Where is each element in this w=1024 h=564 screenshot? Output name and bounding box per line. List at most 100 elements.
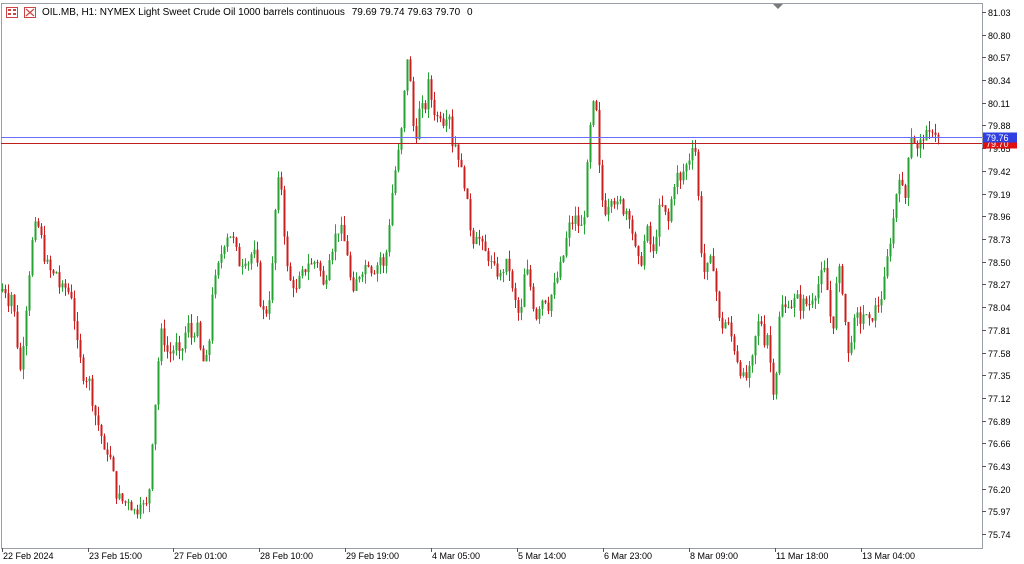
y-tick-label: 76.89 — [988, 417, 1011, 427]
candle-body — [346, 241, 349, 256]
candlestick-series — [1, 56, 940, 519]
candle-body — [778, 316, 781, 374]
candle-body — [685, 164, 688, 172]
y-tick-label: 78.04 — [988, 303, 1011, 313]
candle-body — [289, 266, 292, 281]
candle-body — [508, 258, 511, 272]
candle-body — [103, 436, 106, 450]
x-tick-label: 13 Mar 04:00 — [862, 551, 915, 561]
grid-menu-icon[interactable] — [6, 6, 18, 18]
candle-body — [337, 233, 340, 235]
candle-body — [202, 348, 205, 362]
y-tick-label: 80.57 — [988, 53, 1011, 63]
candle-body — [91, 378, 94, 406]
candle-body — [40, 226, 43, 235]
candle-body — [640, 256, 643, 266]
instrument-description: NYMEX Light Sweet Crude Oil 1000 barrels… — [99, 6, 345, 18]
candle-body — [763, 323, 766, 346]
candle-body — [352, 277, 355, 291]
candle-body — [67, 287, 70, 292]
candle-body — [793, 298, 796, 308]
candle-body — [22, 345, 25, 370]
candle-body — [13, 294, 16, 312]
candle-body — [238, 247, 241, 267]
candle-body — [4, 288, 7, 294]
candle-body — [157, 361, 160, 405]
candle-body — [208, 340, 211, 355]
candle-body — [331, 251, 334, 261]
candle-body — [334, 233, 337, 252]
candle-body — [106, 449, 109, 455]
candle-body — [802, 298, 805, 311]
candle-body — [379, 257, 382, 266]
candle-body — [934, 132, 937, 135]
candle-body — [760, 321, 763, 324]
candle-body — [691, 147, 694, 161]
candle-body — [541, 300, 544, 309]
candle-body — [241, 266, 244, 268]
candle-body — [226, 237, 229, 247]
candle-body — [886, 256, 889, 277]
candle-body — [547, 302, 550, 311]
candle-body — [580, 224, 583, 226]
candle-body — [166, 345, 169, 352]
candle-body — [160, 328, 163, 362]
x-tick-label: 6 Mar 23:00 — [604, 551, 652, 561]
candle-body — [265, 309, 268, 314]
candle-body — [502, 272, 505, 274]
candle-body — [280, 177, 283, 190]
candle-body — [1, 288, 4, 292]
x-tick-label: 29 Feb 19:00 — [346, 551, 399, 561]
x-tick-label: 5 Mar 14:00 — [518, 551, 566, 561]
chart-header: OIL.MB, H1: NYMEX Light Sweet Crude Oil … — [6, 4, 473, 20]
candle-body — [469, 198, 472, 231]
candle-body — [310, 263, 313, 265]
candle-body — [673, 186, 676, 200]
candle-body — [652, 244, 655, 252]
candle-body — [796, 294, 799, 299]
candle-body — [139, 504, 142, 515]
chart-window[interactable]: 81.03 80.80 80.57 80.34 80.11 79.88 79.65 79.42… — [0, 0, 1024, 564]
candle-body — [490, 261, 493, 263]
candle-body — [754, 336, 757, 356]
candle-body — [82, 357, 85, 381]
candle-body — [487, 251, 490, 262]
candle-body — [295, 288, 298, 290]
candle-body — [586, 162, 589, 218]
candle-body — [859, 312, 862, 324]
candle-body — [130, 501, 133, 511]
x-tick-label: 11 Mar 18:00 — [776, 551, 828, 561]
y-tick-label: 78.50 — [988, 258, 1011, 268]
candle-body — [481, 238, 484, 242]
chart-scroll-arrow-icon[interactable] — [773, 4, 783, 9]
candle-body — [232, 236, 235, 238]
candle-body — [493, 261, 496, 264]
candle-body — [574, 215, 577, 224]
candle-body — [349, 255, 352, 278]
candle-body — [31, 239, 34, 276]
candle-body — [445, 119, 448, 126]
candle-body — [433, 99, 436, 116]
candle-body — [880, 299, 883, 306]
candle-body — [799, 294, 802, 311]
candle-body — [172, 350, 175, 354]
candle-body — [496, 263, 499, 277]
candle-body — [514, 288, 517, 300]
candle-body — [715, 271, 718, 292]
candle-body — [748, 365, 751, 378]
candle-body — [430, 79, 433, 100]
candle-body — [439, 116, 442, 119]
candle-body — [259, 262, 262, 307]
candle-body — [220, 254, 223, 263]
candle-body — [127, 501, 130, 503]
chart-type-icon[interactable] — [24, 6, 36, 18]
candle-body — [607, 206, 610, 215]
candle-body — [325, 279, 328, 285]
candle-body — [931, 131, 934, 133]
candle-body — [637, 246, 640, 257]
candle-body — [775, 373, 778, 395]
candle-body — [595, 101, 598, 111]
candle-body — [403, 90, 406, 129]
candle-body — [781, 304, 784, 317]
chart-plot[interactable]: 81.0380.8080.5780.3480.1179.8879.6579.42… — [0, 0, 1024, 564]
